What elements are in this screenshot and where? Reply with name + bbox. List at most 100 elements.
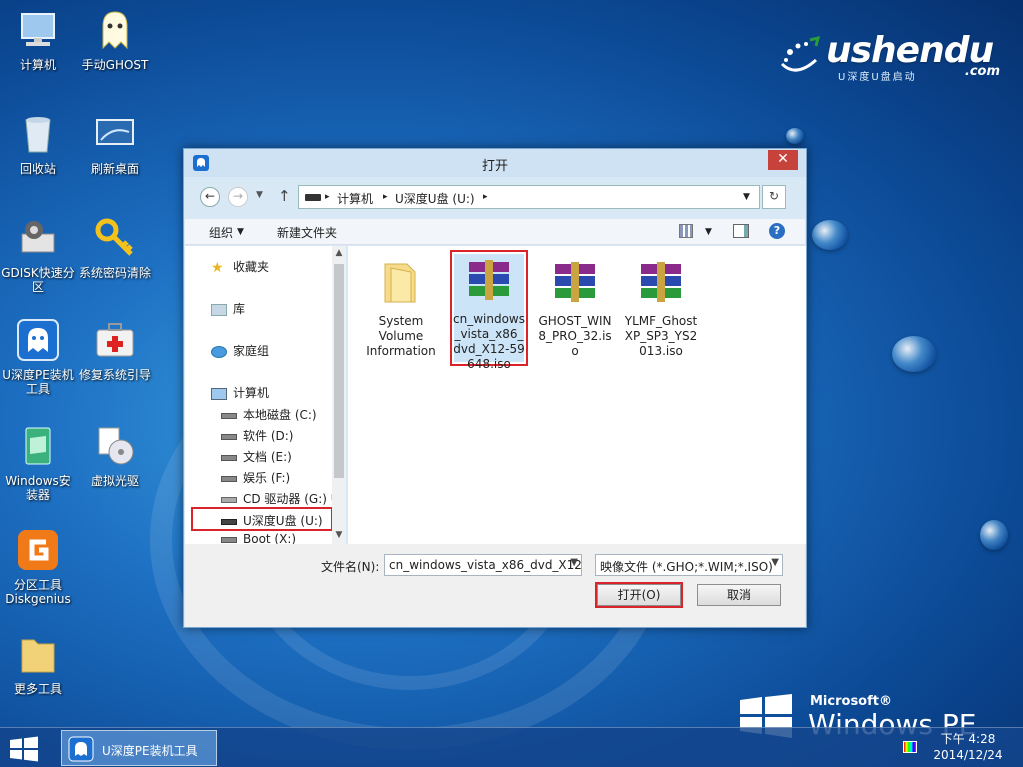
folder-icon [384, 263, 416, 303]
address-bar: ← → ▼ ↑ ▸ 计算机 ▸ U深度U盘 (U:) ▸ ▼ ↻ [194, 185, 794, 211]
ushendu-mark-icon [780, 35, 821, 72]
nav-favorites[interactable]: ★ 收藏夹 [211, 258, 269, 278]
dialog-title: 打开 [481, 159, 508, 174]
dialog-footer: 文件名(N): cn_windows_vista_x86_dvd_X12 ▼ 映… [185, 544, 805, 627]
first-aid-kit-icon [96, 323, 134, 357]
clock-time: 下午 4:28 [940, 732, 996, 746]
desktop-icon-diskgenius[interactable]: 分区工具Diskgenius [0, 528, 76, 606]
disk-gear-icon [21, 221, 55, 253]
breadcrumb-chevron-icon: ▸ [325, 192, 330, 202]
file-list: System Volume Information cn_windows_vis… [348, 246, 806, 544]
ushendu-logo: ushendu U深度U盘启动 .com [776, 28, 1006, 83]
file-item[interactable]: System Volume Information [364, 254, 438, 359]
breadcrumb-computer[interactable]: 计算机 [337, 190, 373, 207]
new-folder-button[interactable]: 新建文件夹 [277, 224, 337, 241]
breadcrumb-drive[interactable]: U深度U盘 (U:) [395, 190, 475, 207]
drive-icon [221, 412, 237, 419]
breadcrumb-chevron-icon: ▸ [383, 192, 388, 202]
desktop-icon-ghost[interactable]: 手动GHOST [77, 8, 153, 72]
computer-icon [211, 387, 227, 400]
dialog-toolbar: 组织 ▼ 新建文件夹 ▼ ? [185, 219, 805, 245]
drive-icon [221, 433, 237, 440]
filename-input[interactable]: cn_windows_vista_x86_dvd_X12 ▼ [384, 554, 582, 576]
nav-library[interactable]: 库 [211, 300, 245, 320]
usb-drive-icon [221, 518, 237, 525]
address-dropdown-icon[interactable]: ▼ [743, 192, 750, 202]
nav-computer[interactable]: 计算机 [211, 384, 269, 404]
taskbar-app-ushendu[interactable]: U深度PE装机工具 [61, 730, 217, 766]
water-drop [980, 520, 1008, 550]
open-button[interactable]: 打开(O) [595, 582, 683, 608]
start-button[interactable] [8, 736, 40, 762]
ushendu-ghost-icon [17, 319, 59, 361]
drive-icon [221, 454, 237, 461]
organize-button[interactable]: 组织 [209, 224, 233, 241]
drive-icon [221, 475, 237, 482]
scroll-down-icon[interactable]: ▼ [334, 530, 344, 540]
library-icon [211, 303, 227, 316]
desktop-icon-gdisk[interactable]: GDISK快速分区 [0, 216, 76, 294]
ushendu-ghost-icon [68, 736, 94, 762]
nav-drive-g[interactable]: CD 驱动器 (G:) U [221, 490, 340, 510]
water-drop [892, 336, 936, 372]
filetype-select[interactable]: 映像文件 (*.GHO;*.WIM;*.ISO) ▼ [595, 554, 783, 576]
cancel-button[interactable]: 取消 [697, 584, 781, 606]
desktop-icon-recycle-bin[interactable]: 回收站 [0, 112, 76, 176]
refresh-button[interactable]: ↻ [762, 185, 786, 209]
file-item[interactable]: YLMF_GhostXP_SP3_YS2013.iso [624, 254, 698, 359]
file-name: YLMF_GhostXP_SP3_YS2013.iso [624, 314, 698, 358]
forward-button[interactable]: → [228, 187, 248, 207]
homegroup-icon [211, 345, 227, 358]
scroll-up-icon[interactable]: ▲ [334, 248, 344, 258]
view-options-icon[interactable] [679, 224, 693, 238]
organize-chevron-icon[interactable]: ▼ [237, 227, 244, 237]
nav-drive-c[interactable]: 本地磁盘 (C:) [221, 406, 317, 426]
virtual-disc-icon [98, 427, 134, 465]
nav-homegroup[interactable]: 家庭组 [211, 342, 269, 362]
dialog-titlebar[interactable]: 打开 ✕ [184, 149, 806, 177]
view-chevron-icon[interactable]: ▼ [705, 227, 712, 237]
recent-locations-chevron-icon[interactable]: ▼ [256, 190, 263, 200]
nav-drive-u[interactable]: U深度U盘 (U:) [191, 507, 333, 531]
display-tray-icon[interactable] [903, 741, 917, 753]
filename-label: 文件名(N): [321, 560, 380, 574]
filename-dropdown-icon[interactable]: ▼ [570, 557, 578, 568]
system-clock[interactable]: 下午 4:28 2014/12/24 [923, 731, 1013, 763]
desktop-icon-password-clear[interactable]: 系统密码清除 [77, 216, 153, 280]
monitor-icon [96, 119, 134, 145]
close-button[interactable]: ✕ [768, 150, 798, 170]
computer-icon [21, 13, 55, 46]
desktop-icon-boot-repair[interactable]: 修复系统引导 [77, 318, 153, 382]
preview-pane-icon[interactable] [733, 224, 749, 238]
desktop-icon-computer[interactable]: 计算机 [0, 8, 76, 72]
desktop-icon-more-tools[interactable]: 更多工具 [0, 632, 76, 696]
address-field[interactable]: ▸ 计算机 ▸ U深度U盘 (U:) ▸ ▼ [298, 185, 760, 209]
nav-scrollbar[interactable]: ▲ ▼ [332, 246, 346, 544]
file-item[interactable]: GHOST_WIN8_PRO_32.iso [538, 254, 612, 359]
back-button[interactable]: ← [200, 187, 220, 207]
file-name: GHOST_WIN8_PRO_32.iso [538, 314, 612, 358]
clock-date: 2014/12/24 [933, 748, 1003, 762]
nav-drive-e[interactable]: 文档 (E:) [221, 448, 292, 468]
key-icon [95, 218, 133, 256]
archive-icon [469, 260, 509, 300]
file-name: cn_windows_vista_x86_dvd_X12-59648.iso [453, 312, 525, 371]
desktop-icon-ushendu-pe-tool[interactable]: U深度PE装机工具 [0, 318, 76, 396]
desktop-icon-virtual-drive[interactable]: 虚拟光驱 [77, 424, 153, 488]
nav-drive-f[interactable]: 娱乐 (F:) [221, 469, 290, 489]
file-item-selected[interactable]: cn_windows_vista_x86_dvd_X12-59648.iso [450, 250, 528, 371]
archive-icon [555, 262, 595, 302]
ghost-icon [102, 11, 128, 50]
windows-installer-icon [25, 427, 51, 465]
nav-drive-x[interactable]: Boot (X:) [221, 532, 296, 544]
up-arrow-icon[interactable]: ↑ [278, 187, 291, 205]
desktop-icon-refresh-desktop[interactable]: 刷新桌面 [77, 112, 153, 176]
filetype-dropdown-icon[interactable]: ▼ [771, 557, 779, 568]
water-drop [812, 220, 848, 250]
nav-drive-d[interactable]: 软件 (D:) [221, 427, 293, 447]
desktop-icon-windows-installer[interactable]: Windows安装器 [0, 424, 76, 502]
cd-drive-icon [221, 496, 237, 503]
water-drop [786, 128, 804, 144]
scrollbar-thumb[interactable] [334, 264, 344, 478]
help-icon[interactable]: ? [769, 223, 785, 239]
